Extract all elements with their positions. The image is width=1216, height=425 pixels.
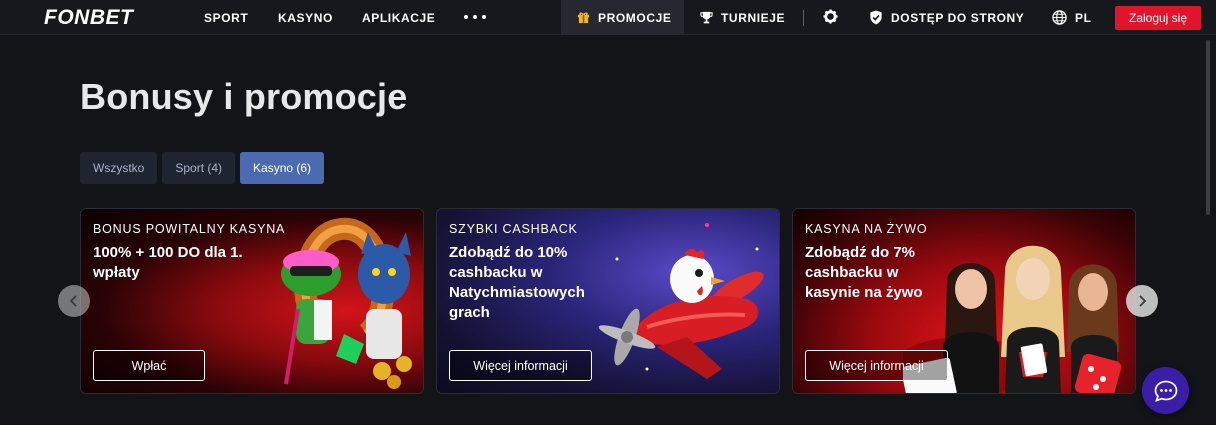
nav-item-site-access[interactable]: DOSTĘP DO STRONY bbox=[869, 0, 1024, 35]
nav-item-aplikacje[interactable]: APLIKACJE bbox=[362, 0, 435, 35]
top-navigation: FONBET SPORT KASYNO APLIKACJE PROMOCJE T… bbox=[0, 0, 1216, 35]
card-headline: Zdobądź do 10% cashbacku w Natychmiastow… bbox=[449, 244, 585, 321]
fonbet-logo[interactable]: FONBET bbox=[44, 6, 133, 30]
more-dots-icon[interactable] bbox=[464, 15, 486, 19]
page-scrollbar[interactable] bbox=[1206, 40, 1210, 215]
page-title: Bonusy i promocje bbox=[80, 76, 408, 117]
promo-card-fast-cashback[interactable]: SZYBKI CASHBACK Zdobądź do 10% cashbacku… bbox=[436, 208, 780, 394]
chat-bubble-icon bbox=[1154, 380, 1177, 402]
chevron-right-icon bbox=[1139, 295, 1147, 307]
card-eyebrow: KASYNA NA ŻYWO bbox=[805, 222, 928, 236]
more-info-button[interactable]: Więcej informacji bbox=[449, 350, 592, 381]
tab-sport[interactable]: Sport (4) bbox=[162, 152, 236, 184]
nav-site-access-label: DOSTĘP DO STRONY bbox=[891, 10, 1025, 25]
card-eyebrow: BONUS POWITALNY KASYNA bbox=[93, 222, 286, 236]
carousel-next-button[interactable] bbox=[1126, 285, 1158, 317]
more-info-button[interactable]: Więcej informacji bbox=[805, 350, 948, 381]
gear-icon bbox=[823, 8, 838, 27]
chat-button[interactable] bbox=[1142, 367, 1189, 414]
nav-turnieje-label: TURNIEJE bbox=[721, 10, 786, 25]
shield-check-icon bbox=[869, 10, 883, 25]
chevron-left-icon bbox=[69, 295, 77, 307]
card-headline: Zdobądź do 7% cashbacku w kasynie na żyw… bbox=[805, 244, 923, 301]
settings-button[interactable] bbox=[823, 0, 838, 35]
slot-characters-illustration bbox=[281, 217, 412, 389]
language-label: PL bbox=[1075, 10, 1092, 25]
tab-all[interactable]: Wszystko bbox=[80, 152, 158, 184]
deposit-button[interactable]: Wpłać bbox=[93, 350, 205, 381]
promo-card-welcome-bonus[interactable]: BONUS POWITALNY KASYNA 100% + 100 DO dla… bbox=[80, 208, 424, 394]
nav-divider bbox=[803, 10, 804, 26]
promo-filter-tabs: Wszystko Sport (4) Kasyno (6) bbox=[80, 152, 325, 184]
language-selector[interactable]: PL bbox=[1052, 0, 1092, 35]
nav-item-promocje[interactable]: PROMOCJE bbox=[561, 0, 684, 35]
nav-item-turnieje[interactable]: TURNIEJE bbox=[700, 0, 785, 35]
gift-icon bbox=[577, 11, 590, 24]
nav-item-sport[interactable]: SPORT bbox=[204, 0, 248, 35]
tab-casino[interactable]: Kasyno (6) bbox=[240, 152, 325, 184]
nav-promocje-label: PROMOCJE bbox=[598, 10, 672, 25]
trophy-icon bbox=[700, 11, 713, 24]
login-button[interactable]: Zaloguj się bbox=[1115, 6, 1201, 30]
card-headline: 100% + 100 DO dla 1. wpłaty bbox=[93, 244, 243, 281]
carousel-prev-button[interactable] bbox=[58, 285, 90, 317]
nav-item-kasyno[interactable]: KASYNO bbox=[278, 0, 333, 35]
promo-card-live-casino[interactable]: KASYNA NA ŻYWO Zdobądź do 7% cashbacku w… bbox=[792, 208, 1136, 394]
globe-icon bbox=[1052, 10, 1067, 25]
card-eyebrow: SZYBKI CASHBACK bbox=[449, 222, 578, 236]
